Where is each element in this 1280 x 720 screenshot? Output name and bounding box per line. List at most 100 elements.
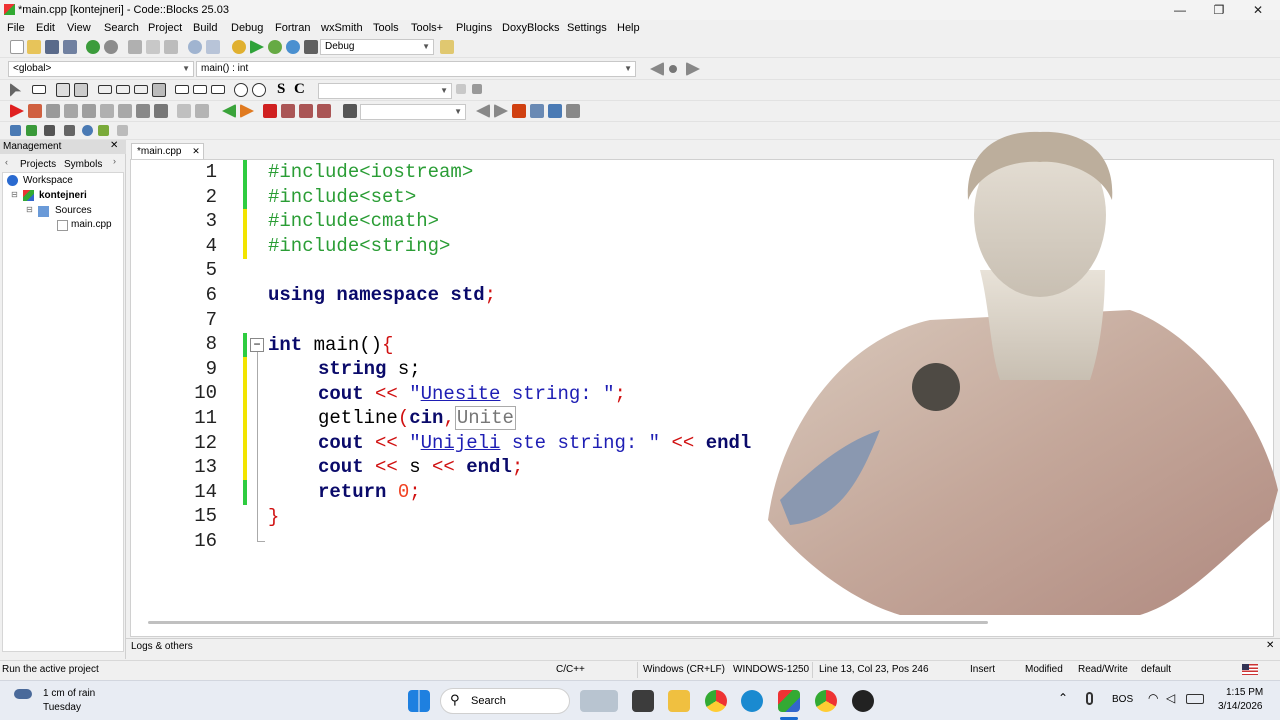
step-into-icon[interactable]	[64, 104, 78, 118]
edge-icon[interactable]	[741, 690, 763, 712]
management-close-icon[interactable]: ✕	[110, 140, 118, 151]
stop-debug-icon[interactable]	[154, 104, 168, 118]
open-file-icon[interactable]	[27, 40, 41, 54]
copy-icon[interactable]	[146, 40, 160, 54]
close-button[interactable]: ✕	[1238, 0, 1278, 20]
pause-icon[interactable]	[136, 104, 150, 118]
clock-date[interactable]: 3/14/2026	[1218, 701, 1263, 712]
tree-file-main[interactable]: main.cpp	[71, 219, 112, 230]
doxy-icon-6[interactable]	[98, 125, 109, 136]
debug-start-icon[interactable]	[10, 104, 24, 118]
menu-debug[interactable]: Debug	[231, 22, 263, 34]
save-all-icon[interactable]	[63, 40, 77, 54]
next-instruction-icon[interactable]	[100, 104, 114, 118]
cut-icon[interactable]	[128, 40, 142, 54]
toolbar-icon-a[interactable]	[456, 84, 466, 94]
replace-icon[interactable]	[206, 40, 220, 54]
run-icon[interactable]	[250, 40, 264, 54]
block-icon-2[interactable]	[74, 83, 88, 97]
debug-windows-icon[interactable]	[177, 104, 191, 118]
block-icon-4[interactable]	[116, 85, 130, 94]
menu-doxyblocks[interactable]: DoxyBlocks	[502, 22, 559, 34]
rectangle-icon[interactable]	[32, 85, 46, 94]
step-instruction-icon[interactable]	[118, 104, 132, 118]
search-prev-icon[interactable]	[476, 104, 490, 118]
codeblocks-taskbar-icon[interactable]	[778, 690, 800, 712]
menu-build[interactable]: Build	[193, 22, 217, 34]
menu-tools-plus[interactable]: Tools+	[411, 22, 443, 34]
chrome-profile-icon[interactable]	[815, 690, 837, 712]
highlight-icon[interactable]	[343, 104, 357, 118]
toggle-bookmark-icon[interactable]	[263, 104, 277, 118]
menu-help[interactable]: Help	[617, 22, 640, 34]
menu-wxsmith[interactable]: wxSmith	[321, 22, 363, 34]
clock-time[interactable]: 1:15 PM	[1226, 687, 1263, 698]
match-case-icon[interactable]	[548, 104, 562, 118]
start-button[interactable]	[408, 690, 430, 712]
weather-temp[interactable]: 1 cm of rain	[43, 688, 95, 699]
next-bookmark-icon[interactable]	[240, 104, 254, 118]
abort-icon[interactable]	[304, 40, 318, 54]
doxy-icon-1[interactable]	[10, 125, 21, 136]
menu-plugins[interactable]: Plugins	[456, 22, 492, 34]
doxy-icon-5[interactable]	[82, 125, 93, 136]
task-view-icon[interactable]	[632, 690, 654, 712]
menu-settings[interactable]: Settings	[567, 22, 607, 34]
language-indicator[interactable]: BOS	[1112, 694, 1133, 705]
logs-close-icon[interactable]: ✕	[1266, 640, 1274, 651]
tab-main-cpp[interactable]: *main.cpp ✕	[131, 143, 204, 159]
jump-marker-icon[interactable]	[669, 65, 677, 73]
menu-tools[interactable]: Tools	[373, 22, 399, 34]
tab-scroll-right-icon[interactable]: ›	[113, 156, 116, 166]
find-icon[interactable]	[188, 40, 202, 54]
wifi-icon[interactable]: ◠	[1148, 691, 1158, 705]
block-icon-7[interactable]	[175, 85, 189, 94]
symbol-combo[interactable]: ▼	[318, 83, 452, 99]
maximize-button[interactable]: ❐	[1199, 0, 1239, 20]
github-icon[interactable]	[852, 690, 874, 712]
scope-select[interactable]: <global> ▼	[8, 61, 194, 77]
block-icon-8[interactable]	[193, 85, 207, 94]
menu-file[interactable]: File	[7, 22, 25, 34]
new-file-icon[interactable]	[10, 40, 24, 54]
search-box[interactable]: ⚲ Search	[440, 688, 570, 714]
c-symbol-icon[interactable]: C	[294, 81, 305, 98]
tree-workspace[interactable]: Workspace	[23, 175, 73, 186]
doxy-icon-7[interactable]	[117, 125, 128, 136]
show-select-target-icon[interactable]	[440, 40, 454, 54]
widgets-icon[interactable]	[580, 690, 618, 712]
highlight-pen-icon[interactable]	[512, 104, 526, 118]
highlight-combo[interactable]: ▼	[360, 104, 466, 120]
doxy-icon-2[interactable]	[26, 125, 37, 136]
weather-day[interactable]: Tuesday	[43, 702, 81, 713]
doxy-icon-3[interactable]	[44, 125, 55, 136]
search-next-icon[interactable]	[494, 104, 508, 118]
jump-back-icon[interactable]	[650, 62, 664, 76]
build-gear-icon[interactable]	[232, 40, 246, 54]
run-to-cursor-icon[interactable]	[28, 104, 42, 118]
build-target-select[interactable]: Debug ▼	[320, 39, 434, 55]
block-icon-6[interactable]	[152, 83, 166, 97]
block-icon-5[interactable]	[134, 85, 148, 94]
menu-search[interactable]: Search	[104, 22, 139, 34]
block-icon-3[interactable]	[98, 85, 112, 94]
block-icon-1[interactable]	[56, 83, 70, 97]
zoom-out-icon[interactable]	[252, 83, 266, 97]
rebuild-icon[interactable]	[286, 40, 300, 54]
doxy-icon-4[interactable]	[64, 125, 75, 136]
bookmark-prev-icon[interactable]	[281, 104, 295, 118]
editor-horizontal-scrollbar[interactable]	[148, 621, 988, 624]
menu-fortran[interactable]: Fortran	[275, 22, 310, 34]
minimize-button[interactable]: —	[1160, 0, 1200, 20]
paste-icon[interactable]	[164, 40, 178, 54]
file-explorer-icon[interactable]	[668, 690, 690, 712]
step-out-icon[interactable]	[82, 104, 96, 118]
function-select[interactable]: main() : int ▼	[196, 61, 636, 77]
chevron-up-icon[interactable]: ⌃	[1058, 691, 1068, 705]
toolbar-icon-b[interactable]	[472, 84, 482, 94]
tab-scroll-left-icon[interactable]: ‹	[5, 157, 8, 167]
s-symbol-icon[interactable]: S	[277, 81, 285, 98]
pointer-icon[interactable]	[10, 83, 22, 97]
block-icon-9[interactable]	[211, 85, 225, 94]
zoom-in-icon[interactable]	[234, 83, 248, 97]
